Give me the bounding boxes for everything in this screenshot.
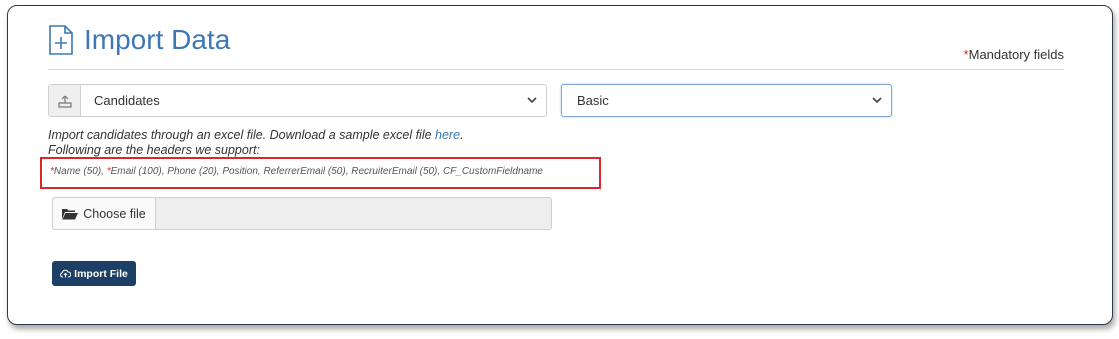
description-text: Import candidates through an excel file.… <box>48 128 436 142</box>
header-divider <box>48 69 1064 70</box>
mandatory-fields-note: *Mandatory fields <box>964 47 1064 62</box>
cloud-upload-icon <box>60 269 72 278</box>
page-header: Import Data <box>48 24 230 56</box>
upload-icon <box>49 85 81 116</box>
sample-file-link[interactable]: here <box>435 128 460 142</box>
chevron-down-icon <box>863 85 891 116</box>
folder-open-icon <box>62 208 79 219</box>
import-file-label: Import File <box>74 267 128 280</box>
choose-file-label: Choose file <box>83 206 146 221</box>
headers-intro: Following are the headers we support: <box>48 143 260 157</box>
header-name: Name (50), <box>53 166 107 177</box>
mandatory-fields-label: Mandatory fields <box>968 47 1064 62</box>
selected-file-display <box>156 198 551 229</box>
header-list: Email (100), Phone (20), Position, Refer… <box>110 166 543 177</box>
entity-type-value: Candidates <box>94 93 160 108</box>
entity-type-select[interactable]: Candidates <box>48 84 547 117</box>
file-add-icon <box>48 25 74 55</box>
supported-headers: *Name (50), *Email (100), Phone (20), Po… <box>50 166 543 177</box>
import-file-button[interactable]: Import File <box>52 261 136 286</box>
import-data-card: Import Data *Mandatory fields Candidates… <box>7 5 1113 325</box>
template-type-select[interactable]: Basic <box>561 84 892 117</box>
file-input[interactable]: Choose file <box>52 197 552 230</box>
description-period: . <box>460 128 464 142</box>
template-type-value: Basic <box>577 93 609 108</box>
chevron-down-icon <box>518 85 546 116</box>
import-description: Import candidates through an excel file.… <box>48 128 464 158</box>
page-title: Import Data <box>84 24 231 55</box>
choose-file-button[interactable]: Choose file <box>53 198 156 229</box>
